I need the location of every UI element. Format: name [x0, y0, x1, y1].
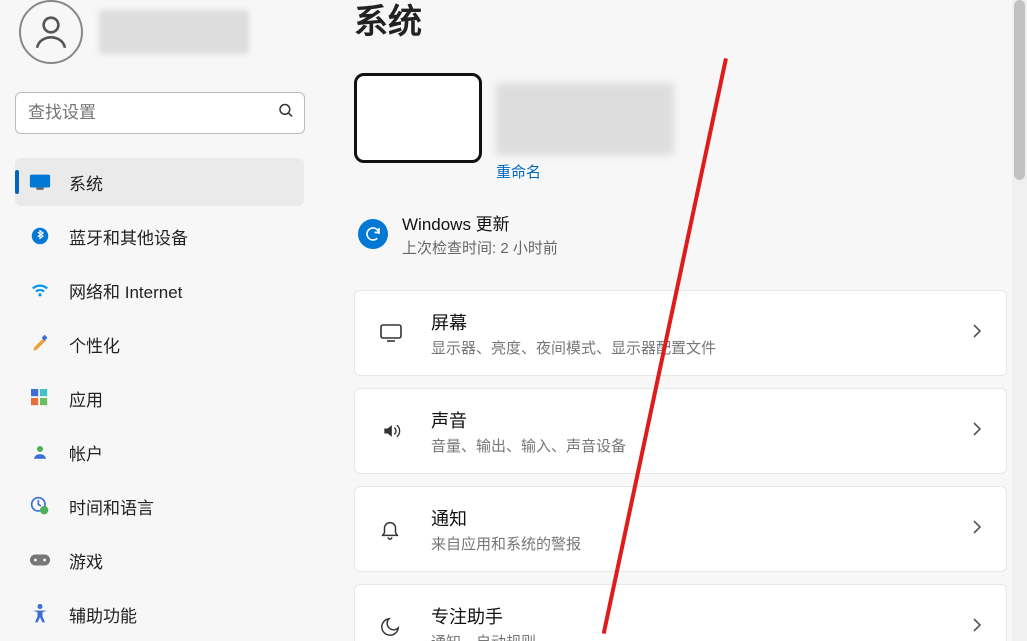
search-input[interactable] — [15, 92, 305, 134]
update-subtitle: 上次检查时间: 2 小时前 — [402, 237, 558, 258]
vertical-scrollbar[interactable] — [1012, 0, 1027, 641]
sidebar-item-personalization[interactable]: 个性化 — [15, 320, 304, 368]
chevron-right-icon — [972, 617, 982, 638]
user-block — [15, 0, 304, 82]
setting-title: 专注助手 — [431, 603, 972, 629]
sidebar-item-accounts[interactable]: 帐户 — [15, 428, 304, 476]
sidebar-item-apps[interactable]: 应用 — [15, 374, 304, 422]
sound-icon — [379, 421, 405, 441]
display-icon — [379, 323, 405, 343]
setting-subtitle: 通知、自动规则 — [431, 631, 972, 641]
brush-icon — [29, 333, 51, 355]
sidebar-item-bluetooth[interactable]: 蓝牙和其他设备 — [15, 212, 304, 260]
update-sync-icon — [358, 219, 388, 249]
setting-sound[interactable]: 声音 音量、输出、输入、声音设备 — [354, 388, 1007, 474]
moon-icon — [379, 616, 405, 638]
sidebar-item-label: 游戏 — [69, 548, 103, 573]
sidebar-item-time-language[interactable]: 时间和语言 — [15, 482, 304, 530]
sidebar-item-label: 帐户 — [69, 440, 103, 465]
user-name-redacted — [99, 10, 249, 54]
sidebar-item-label: 时间和语言 — [69, 494, 154, 519]
page-title: 系统 — [354, 0, 1007, 43]
chevron-right-icon — [972, 323, 982, 344]
sidebar-item-label: 辅助功能 — [69, 602, 137, 627]
chevron-right-icon — [972, 421, 982, 442]
account-icon — [29, 441, 51, 463]
sidebar-item-label: 应用 — [69, 386, 103, 411]
setting-display[interactable]: 屏幕 显示器、亮度、夜间模式、显示器配置文件 — [354, 290, 1007, 376]
windows-update-tile[interactable]: Windows 更新 上次检查时间: 2 小时前 — [358, 210, 1007, 258]
accessibility-icon — [29, 603, 51, 625]
rename-device-link[interactable]: 重命名 — [496, 161, 541, 182]
bluetooth-icon — [29, 225, 51, 247]
sidebar-item-label: 系统 — [69, 170, 103, 195]
sidebar-item-accessibility[interactable]: 辅助功能 — [15, 590, 304, 638]
search-field[interactable] — [15, 92, 305, 134]
setting-subtitle: 音量、输出、输入、声音设备 — [431, 435, 972, 456]
sidebar-item-label: 网络和 Internet — [69, 278, 182, 303]
gamepad-icon — [29, 549, 51, 571]
main-content: 系统 重命名 Windows 更新 上次检查时间: 2 小时前 屏幕 — [310, 0, 1027, 641]
update-title: Windows 更新 — [402, 210, 558, 235]
sidebar-item-system[interactable]: 系统 — [15, 158, 304, 206]
setting-title: 通知 — [431, 505, 972, 531]
clock-globe-icon — [29, 495, 51, 517]
bell-icon — [379, 518, 405, 540]
setting-title: 声音 — [431, 407, 972, 433]
sidebar-item-label: 蓝牙和其他设备 — [69, 224, 188, 249]
setting-title: 屏幕 — [431, 309, 972, 335]
setting-notifications[interactable]: 通知 来自应用和系统的警报 — [354, 486, 1007, 572]
sidebar: 系统 蓝牙和其他设备 网络和 Internet 个性化 — [0, 0, 310, 641]
chevron-right-icon — [972, 519, 982, 540]
system-icon — [29, 171, 51, 193]
sidebar-item-network[interactable]: 网络和 Internet — [15, 266, 304, 314]
setting-subtitle: 显示器、亮度、夜间模式、显示器配置文件 — [431, 337, 972, 358]
person-icon — [30, 11, 72, 53]
search-icon[interactable] — [277, 102, 295, 125]
device-name-redacted — [496, 83, 674, 155]
wifi-icon — [29, 279, 51, 301]
sidebar-item-gaming[interactable]: 游戏 — [15, 536, 304, 584]
setting-subtitle: 来自应用和系统的警报 — [431, 533, 972, 554]
device-monitor-thumbnail[interactable] — [354, 73, 482, 163]
avatar[interactable] — [19, 0, 83, 64]
scrollbar-thumb[interactable] — [1014, 0, 1025, 180]
sidebar-nav: 系统 蓝牙和其他设备 网络和 Internet 个性化 — [15, 158, 304, 638]
sidebar-item-label: 个性化 — [69, 332, 120, 357]
apps-icon — [29, 387, 51, 409]
device-summary: 重命名 — [354, 73, 1007, 182]
setting-focus-assist[interactable]: 专注助手 通知、自动规则 — [354, 584, 1007, 641]
